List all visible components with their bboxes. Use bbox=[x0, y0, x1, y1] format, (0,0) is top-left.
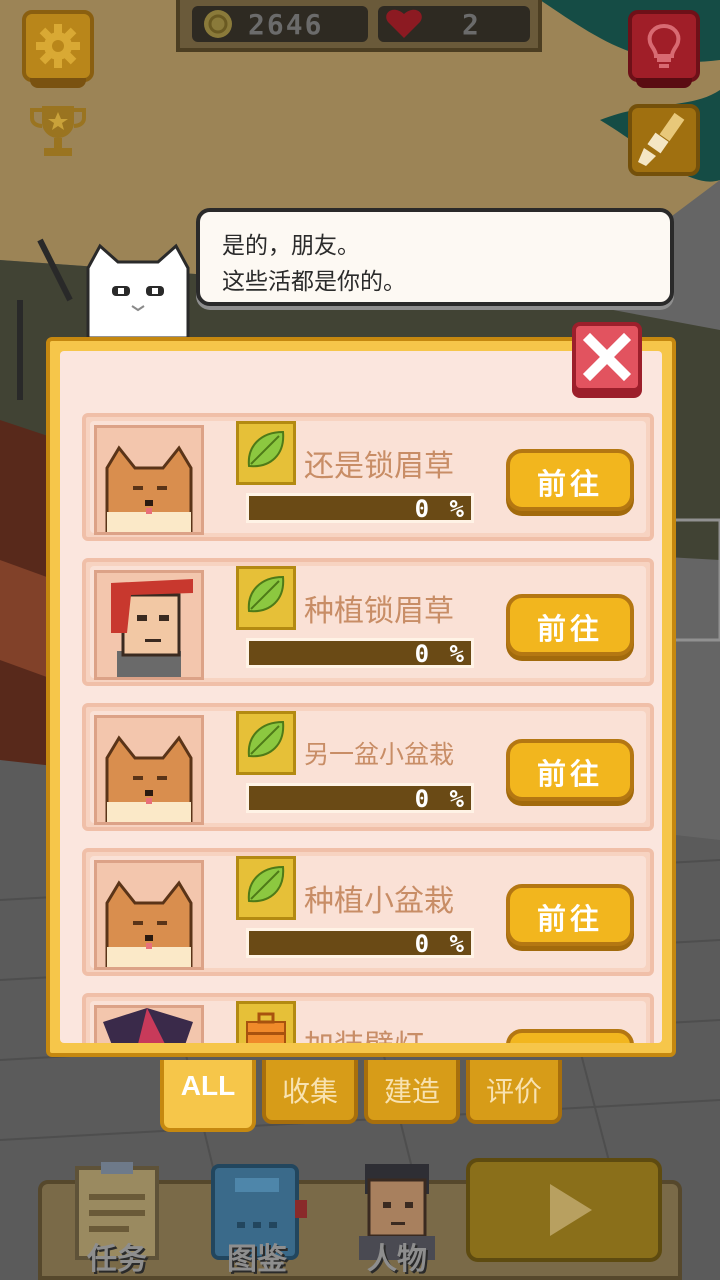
go-button[interactable]: 前往 bbox=[506, 449, 634, 511]
task-avatar bbox=[94, 570, 204, 680]
cat-npc bbox=[86, 243, 190, 338]
task-progress-bar: 0 % bbox=[246, 928, 474, 958]
task-progress-text: 0 % bbox=[414, 785, 467, 813]
tab-review[interactable]: 评价 bbox=[466, 1060, 562, 1124]
task-card-body: 种植锁眉草 0 % 前往 bbox=[90, 566, 646, 680]
go-button-label: 前往 bbox=[536, 902, 603, 936]
task-title: 还是锁眉草 bbox=[304, 449, 454, 484]
settings-button[interactable] bbox=[22, 10, 94, 88]
task-avatar bbox=[94, 1005, 204, 1043]
task-category-badge bbox=[236, 566, 296, 630]
nav-characters-button[interactable]: 人物 bbox=[342, 1160, 452, 1280]
paintbrush-icon bbox=[638, 112, 685, 166]
go-button-label: 前往 bbox=[536, 612, 603, 646]
tab-label: 收集 bbox=[281, 1075, 338, 1108]
tab-build[interactable]: 建造 bbox=[364, 1060, 460, 1124]
speech-bubble[interactable]: 是的，朋友。 这些活都是你的。 bbox=[196, 208, 674, 306]
tab-label: 建造 bbox=[383, 1075, 440, 1108]
tab-all[interactable]: ALL bbox=[160, 1060, 256, 1132]
go-button[interactable]: 前往 bbox=[506, 594, 634, 656]
heart-counter: 2 bbox=[378, 6, 530, 42]
shiba-dog-avatar bbox=[105, 445, 193, 534]
task-avatar bbox=[94, 860, 204, 970]
task-title: 另一盆小盆栽 bbox=[304, 740, 455, 769]
coin-counter: 2646 bbox=[192, 6, 368, 42]
leaf-icon bbox=[247, 575, 285, 613]
task-progress-bar: 0 % bbox=[246, 638, 474, 668]
task-card-body: 加装壁灯 前往 bbox=[90, 1001, 646, 1043]
task-progress-text: 0 % bbox=[414, 930, 467, 958]
play-icon bbox=[550, 1184, 592, 1236]
shiba-dog-avatar bbox=[105, 735, 193, 824]
tab-collect[interactable]: 收集 bbox=[262, 1060, 358, 1124]
task-panel: 还是锁眉草 0 % 前往 种植锁眉草 0 % 前往 另一盆小盆栽 0 % 前往 … bbox=[46, 337, 676, 1057]
heart-value: 2 bbox=[462, 8, 481, 41]
briefcase-icon bbox=[246, 1012, 286, 1043]
wizard-hat-avatar bbox=[103, 1008, 193, 1043]
tab-label: ALL bbox=[180, 1070, 236, 1101]
dialog-line-2: 这些活都是你的。 bbox=[222, 269, 406, 295]
red-haired-man-avatar bbox=[111, 579, 193, 677]
play-button[interactable] bbox=[466, 1158, 662, 1262]
go-button[interactable]: 前往 bbox=[506, 1029, 634, 1043]
task-title: 加装壁灯 bbox=[304, 1021, 424, 1043]
task-progress-bar: 0 % bbox=[246, 493, 474, 523]
go-button[interactable]: 前往 bbox=[506, 884, 634, 946]
tab-label: 评价 bbox=[485, 1075, 542, 1108]
coin-value: 2646 bbox=[248, 8, 324, 41]
dialog-line-1: 是的，朋友。 bbox=[222, 233, 360, 259]
task-list[interactable]: 还是锁眉草 0 % 前往 种植锁眉草 0 % 前往 另一盆小盆栽 0 % 前往 … bbox=[60, 351, 662, 1043]
coin-icon bbox=[204, 10, 232, 38]
task-card: 另一盆小盆栽 0 % 前往 bbox=[82, 703, 654, 831]
task-card-body: 还是锁眉草 0 % 前往 bbox=[90, 421, 646, 535]
task-progress-text: 0 % bbox=[414, 495, 467, 523]
task-avatar bbox=[94, 425, 204, 535]
task-title: 种植小盆栽 bbox=[304, 884, 454, 919]
nav-collection-label: 图鉴 bbox=[227, 1242, 287, 1277]
task-category-badge bbox=[236, 856, 296, 920]
task-card: 还是锁眉草 0 % 前往 bbox=[82, 413, 654, 541]
gear-icon bbox=[36, 24, 80, 68]
task-title: 种植锁眉草 bbox=[304, 594, 454, 629]
nav-tasks-button[interactable]: 任务 bbox=[62, 1160, 172, 1280]
leaf-icon bbox=[247, 720, 285, 758]
task-category-badge bbox=[236, 421, 296, 485]
close-icon bbox=[582, 332, 632, 382]
go-button[interactable]: 前往 bbox=[506, 739, 634, 801]
leaf-icon bbox=[247, 865, 285, 903]
task-card-body: 另一盆小盆栽 0 % 前往 bbox=[90, 711, 646, 825]
task-card: 种植小盆栽 0 % 前往 bbox=[82, 848, 654, 976]
task-progress-text: 0 % bbox=[414, 640, 467, 668]
task-card: 种植锁眉草 0 % 前往 bbox=[82, 558, 654, 686]
decorate-button[interactable] bbox=[628, 104, 700, 176]
task-category-badge bbox=[236, 711, 296, 775]
hint-button[interactable] bbox=[628, 10, 700, 88]
leaf-icon bbox=[247, 430, 285, 468]
go-button-label: 前往 bbox=[510, 1041, 630, 1043]
shiba-dog-avatar bbox=[105, 880, 193, 969]
nav-collection-button[interactable]: 图鉴 bbox=[202, 1160, 312, 1280]
lightbulb-icon bbox=[647, 23, 681, 68]
trophy-icon[interactable] bbox=[28, 100, 88, 160]
heart-icon bbox=[386, 9, 422, 39]
task-progress-bar: 0 % bbox=[246, 783, 474, 813]
nav-tasks-label: 任务 bbox=[87, 1242, 147, 1277]
task-card: 加装壁灯 前往 bbox=[82, 993, 654, 1043]
nav-characters-label: 人物 bbox=[367, 1242, 427, 1277]
task-card-body: 种植小盆栽 0 % 前往 bbox=[90, 856, 646, 970]
go-button-label: 前往 bbox=[536, 467, 603, 501]
task-avatar bbox=[94, 715, 204, 825]
close-button[interactable] bbox=[572, 322, 642, 392]
currency-bar: 2646 2 bbox=[176, 0, 542, 52]
task-category-badge bbox=[236, 1001, 296, 1043]
go-button-label: 前往 bbox=[536, 757, 603, 791]
